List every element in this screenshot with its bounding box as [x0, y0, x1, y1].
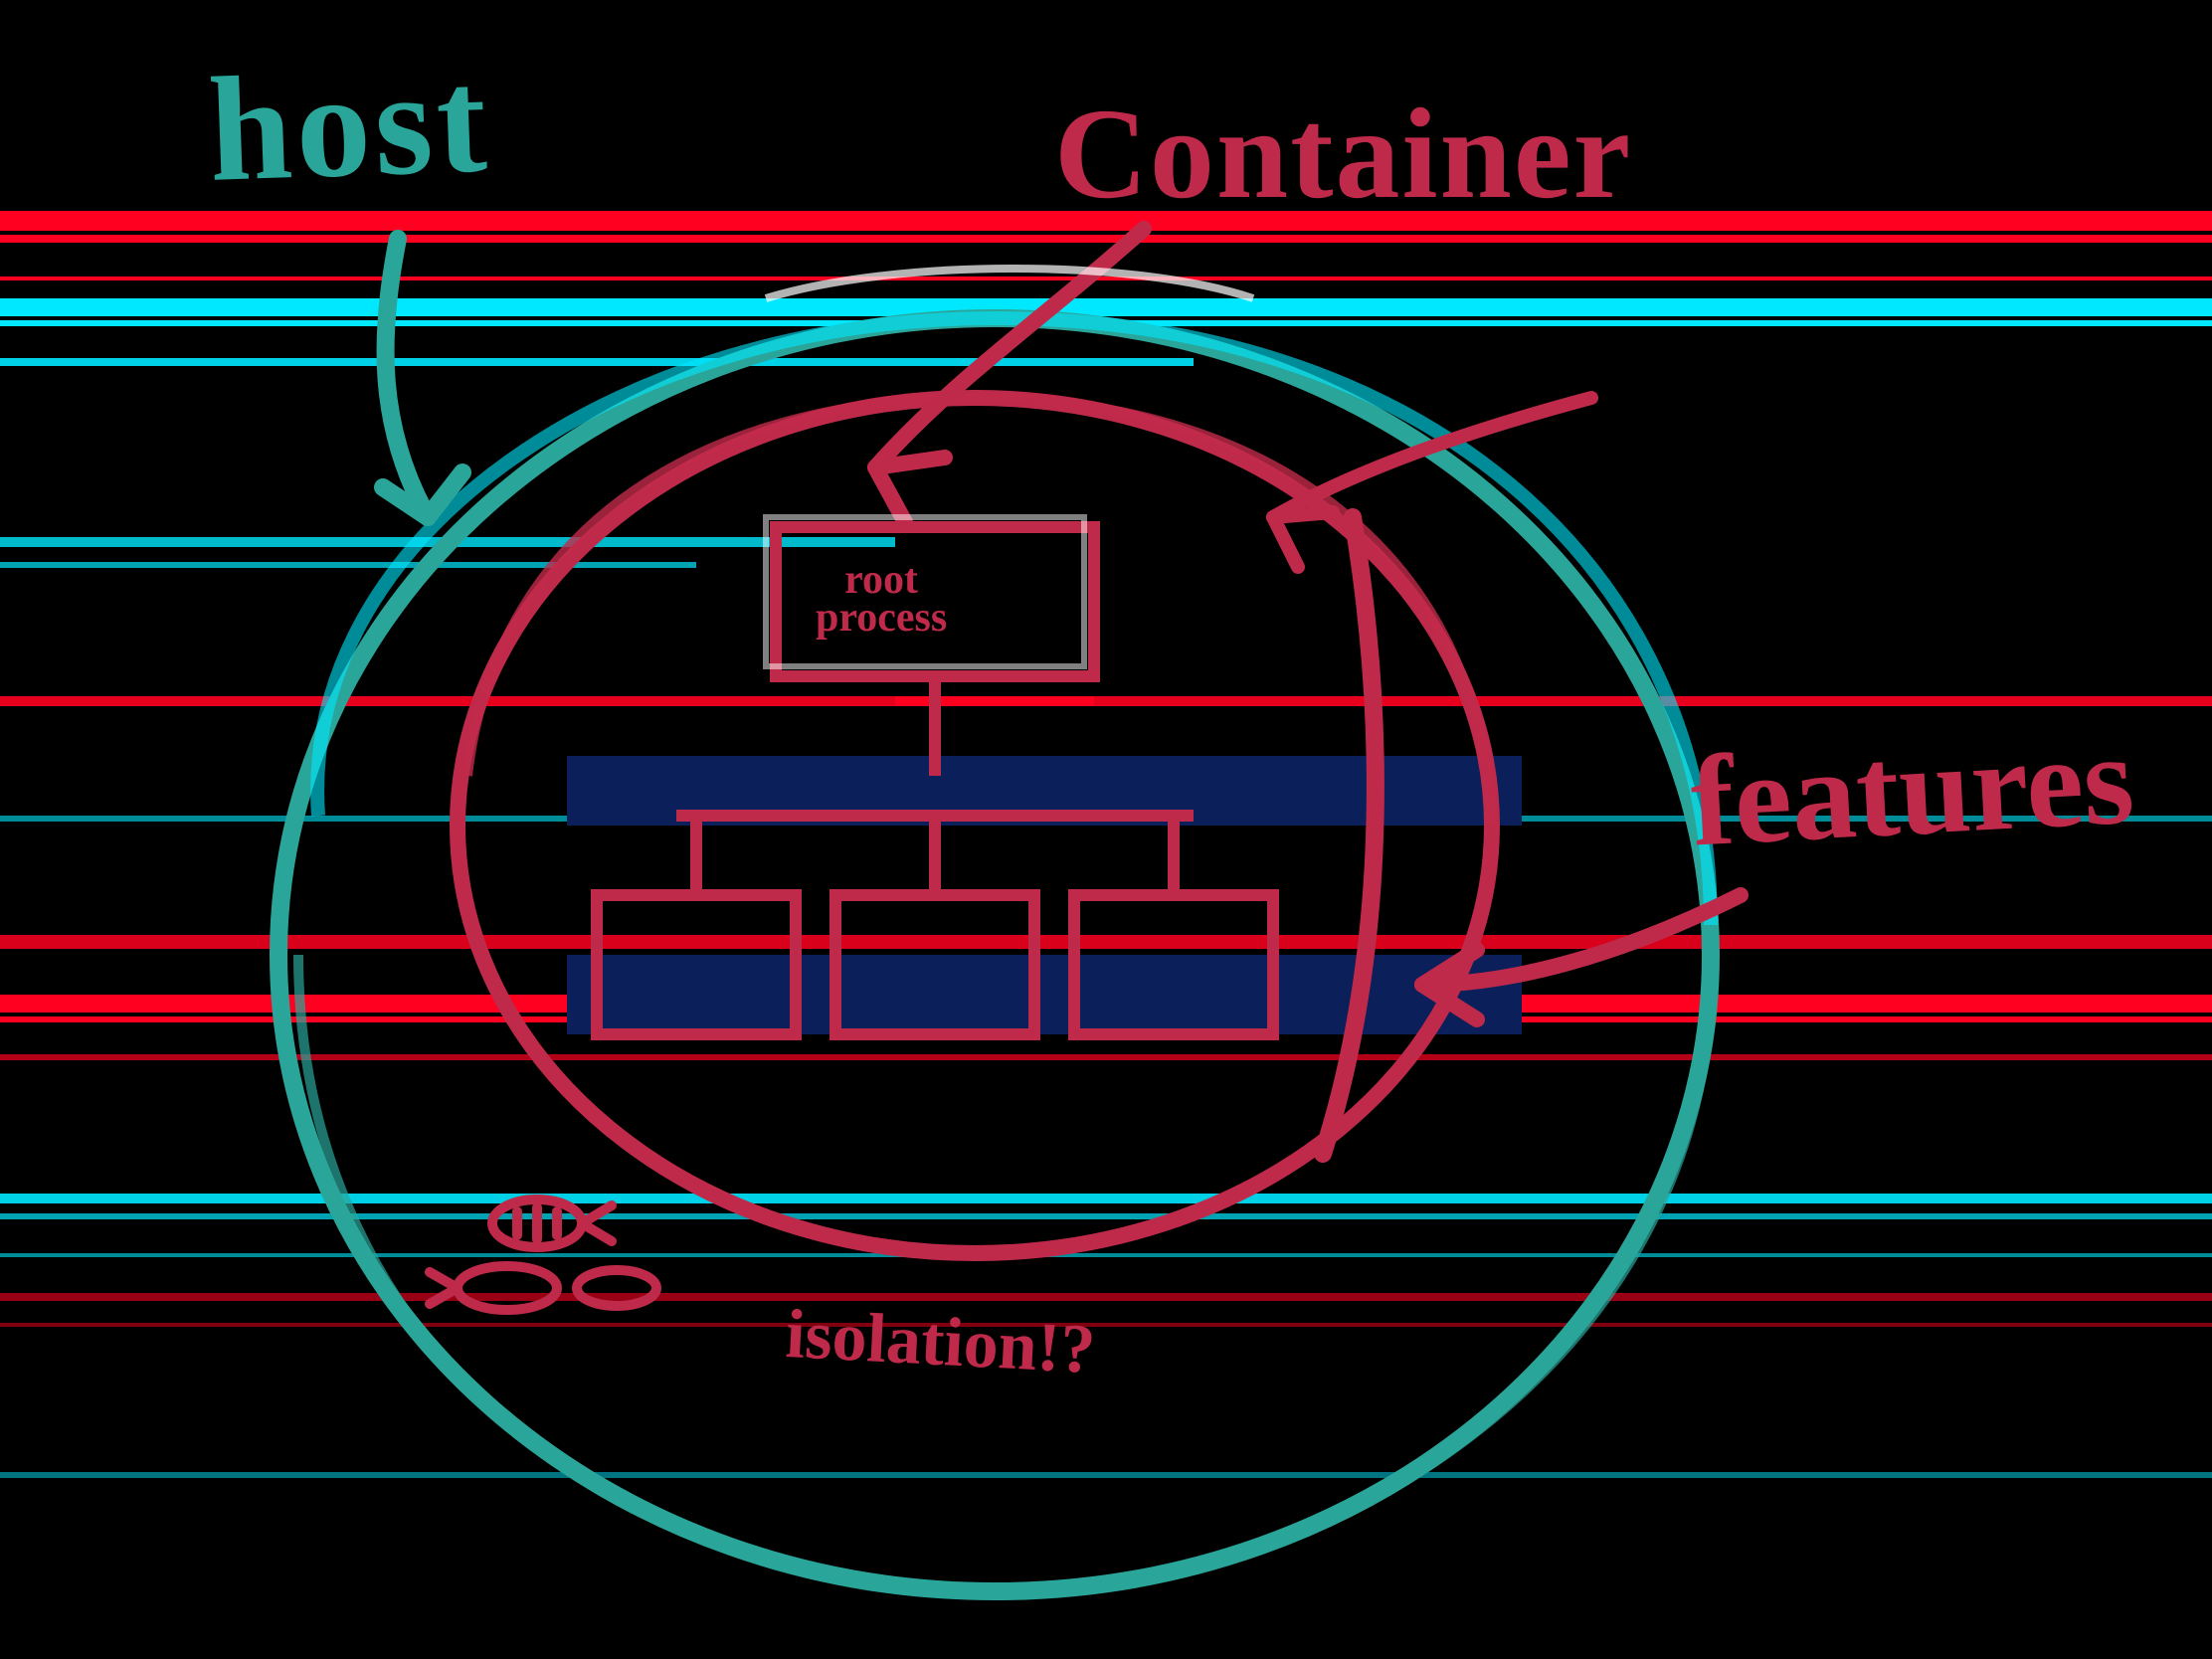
isolation-label: isolation!?	[784, 1295, 1097, 1390]
container-label: Container	[1054, 80, 1632, 229]
host-label: host	[206, 35, 493, 216]
sketch-canvas: host Container features isolation!? root…	[0, 0, 2212, 1659]
features-label: features	[1687, 704, 2136, 876]
root-process-label: root process	[816, 562, 947, 638]
